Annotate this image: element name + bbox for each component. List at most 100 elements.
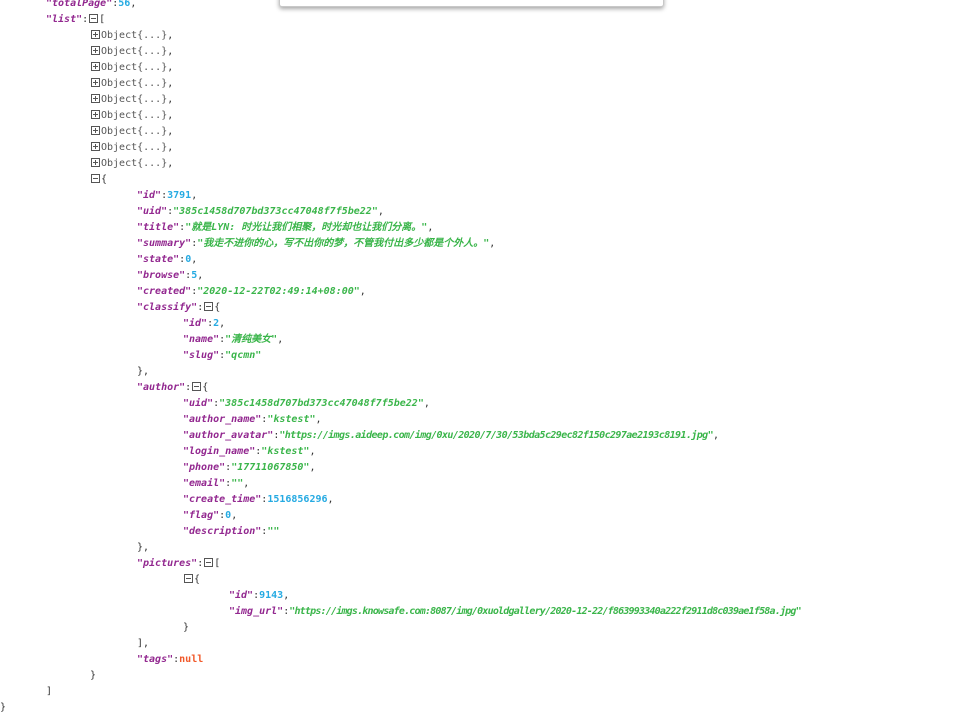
comma: , (713, 430, 720, 441)
picture-img-url-line: "img_url":"https://imgs.knowsafe.com:808… (229, 604, 802, 620)
collapsed-object-row: Object{...}, (90, 124, 173, 140)
collapsed-object-row: Object{...}, (90, 140, 173, 156)
comma: , (231, 510, 238, 521)
comma: , (167, 94, 174, 105)
totalpage-line: "totalPage":56, (46, 0, 136, 12)
plus-box-icon[interactable] (91, 93, 100, 103)
collapsed-object-label[interactable]: Object{...} (101, 78, 167, 89)
item-id-line: "id":3791, (137, 188, 197, 204)
collapsed-object-label[interactable]: Object{...} (101, 94, 167, 105)
comma: , (167, 142, 174, 153)
author-phone-line: "phone":"17711067850", (183, 460, 316, 476)
comma: , (359, 286, 366, 297)
item-uid-line: "uid":"385c1458d707bd373cc47048f7f5be22"… (137, 204, 384, 220)
comma: , (327, 494, 334, 505)
img-url-link[interactable]: "https://imgs.knowsafe.com:8087/img/0xuo… (289, 606, 801, 617)
collapsed-object-row: Object{...}, (90, 44, 173, 60)
collapsed-object-label[interactable]: Object{...} (101, 158, 167, 169)
comma: , (489, 238, 496, 249)
json-key: "tags" (137, 654, 174, 665)
json-key: "totalPage" (46, 0, 113, 9)
json-key: "flag" (183, 510, 220, 521)
collapsed-object-label[interactable]: Object{...} (101, 110, 167, 121)
plus-box-icon[interactable] (91, 141, 100, 151)
colon: : (185, 382, 192, 393)
popup-panel (279, 0, 664, 7)
json-string: "385c1458d707bd373cc47048f7f5be22" (173, 206, 378, 217)
comma: , (167, 126, 174, 137)
plus-box-icon[interactable] (91, 157, 100, 167)
json-null: null (179, 654, 204, 665)
avatar-url-link[interactable]: "https://imgs.aideep.com/img/0xu/2020/7/… (279, 430, 713, 441)
open-bracket: [ (214, 558, 221, 569)
collapsed-object-label[interactable]: Object{...} (101, 142, 167, 153)
plus-box-icon[interactable] (91, 45, 100, 55)
close-brace: } (0, 702, 7, 713)
json-key: "uid" (183, 398, 214, 409)
plus-box-icon[interactable] (91, 125, 100, 135)
json-string: "385c1458d707bd373cc47048f7f5be22" (219, 398, 424, 409)
classify-id-line: "id":2, (183, 316, 225, 332)
comma: , (167, 62, 174, 73)
json-key: "login_name" (183, 446, 256, 457)
minus-box-icon[interactable] (204, 301, 214, 311)
plus-box-icon[interactable] (91, 61, 100, 71)
comma: , (167, 30, 174, 41)
plus-box-icon[interactable] (91, 29, 100, 39)
classify-close-line: }, (137, 364, 149, 380)
open-brace: { (101, 174, 108, 185)
comma: , (167, 46, 174, 57)
close-bracket: ], (137, 638, 150, 649)
minus-box-icon[interactable] (204, 557, 214, 567)
author-email-line: "email":"", (183, 476, 249, 492)
collapsed-object-label[interactable]: Object{...} (101, 46, 167, 57)
collapsed-object-label[interactable]: Object{...} (101, 62, 167, 73)
colon: : (82, 14, 89, 25)
item-title-line: "title":"就是LYN: 时光让我们相聚，时光却也让我们分离。", (137, 220, 433, 236)
json-key: "id" (229, 590, 254, 601)
comma: , (219, 318, 226, 329)
json-string: "" (231, 478, 244, 489)
minus-box-icon[interactable] (89, 13, 99, 23)
json-string: "qcmn" (225, 350, 262, 361)
minus-box-icon[interactable] (184, 573, 193, 583)
plus-box-icon[interactable] (91, 109, 100, 119)
list-line: "list": [ (46, 12, 105, 28)
json-key: "create_time" (183, 494, 262, 505)
comma: , (191, 254, 198, 265)
json-number: 56 (118, 0, 131, 9)
json-number: 3791 (167, 190, 192, 201)
root-close-line: } (0, 700, 6, 713)
collapsed-object-row: Object{...}, (90, 28, 173, 44)
object-open-line: { (90, 172, 107, 188)
close-brace: } (90, 670, 97, 681)
colon: : (197, 302, 204, 313)
comma: , (377, 206, 384, 217)
minus-box-icon[interactable] (192, 381, 202, 391)
picture-object-close-line: } (183, 620, 189, 636)
comma: , (283, 590, 290, 601)
collapsed-object-label[interactable]: Object{...} (101, 126, 167, 137)
close-brace: }, (137, 542, 150, 553)
open-brace: { (214, 302, 221, 313)
json-key: "list" (46, 14, 83, 25)
json-key: "author" (137, 382, 186, 393)
author-create-time-line: "create_time":1516856296, (183, 492, 334, 508)
json-key: "classify" (137, 302, 198, 313)
comma: , (191, 190, 198, 201)
comma: , (243, 478, 250, 489)
minus-box-icon[interactable] (91, 173, 100, 183)
json-string: "就是LYN: 时光让我们相聚，时光却也让我们分离。" (185, 222, 428, 233)
author-avatar-line: "author_avatar":"https://imgs.aideep.com… (183, 428, 719, 444)
item-browse-line: "browse":5, (137, 268, 203, 284)
comma: , (167, 158, 174, 169)
json-string: "17711067850" (231, 462, 310, 473)
json-key: "phone" (183, 462, 226, 473)
json-key: "id" (137, 190, 162, 201)
picture-id-line: "id":9143, (229, 588, 289, 604)
comma: , (167, 78, 174, 89)
collapsed-object-label[interactable]: Object{...} (101, 30, 167, 41)
plus-box-icon[interactable] (91, 77, 100, 87)
json-number: 1516856296 (267, 494, 328, 505)
json-key: "browse" (137, 270, 186, 281)
